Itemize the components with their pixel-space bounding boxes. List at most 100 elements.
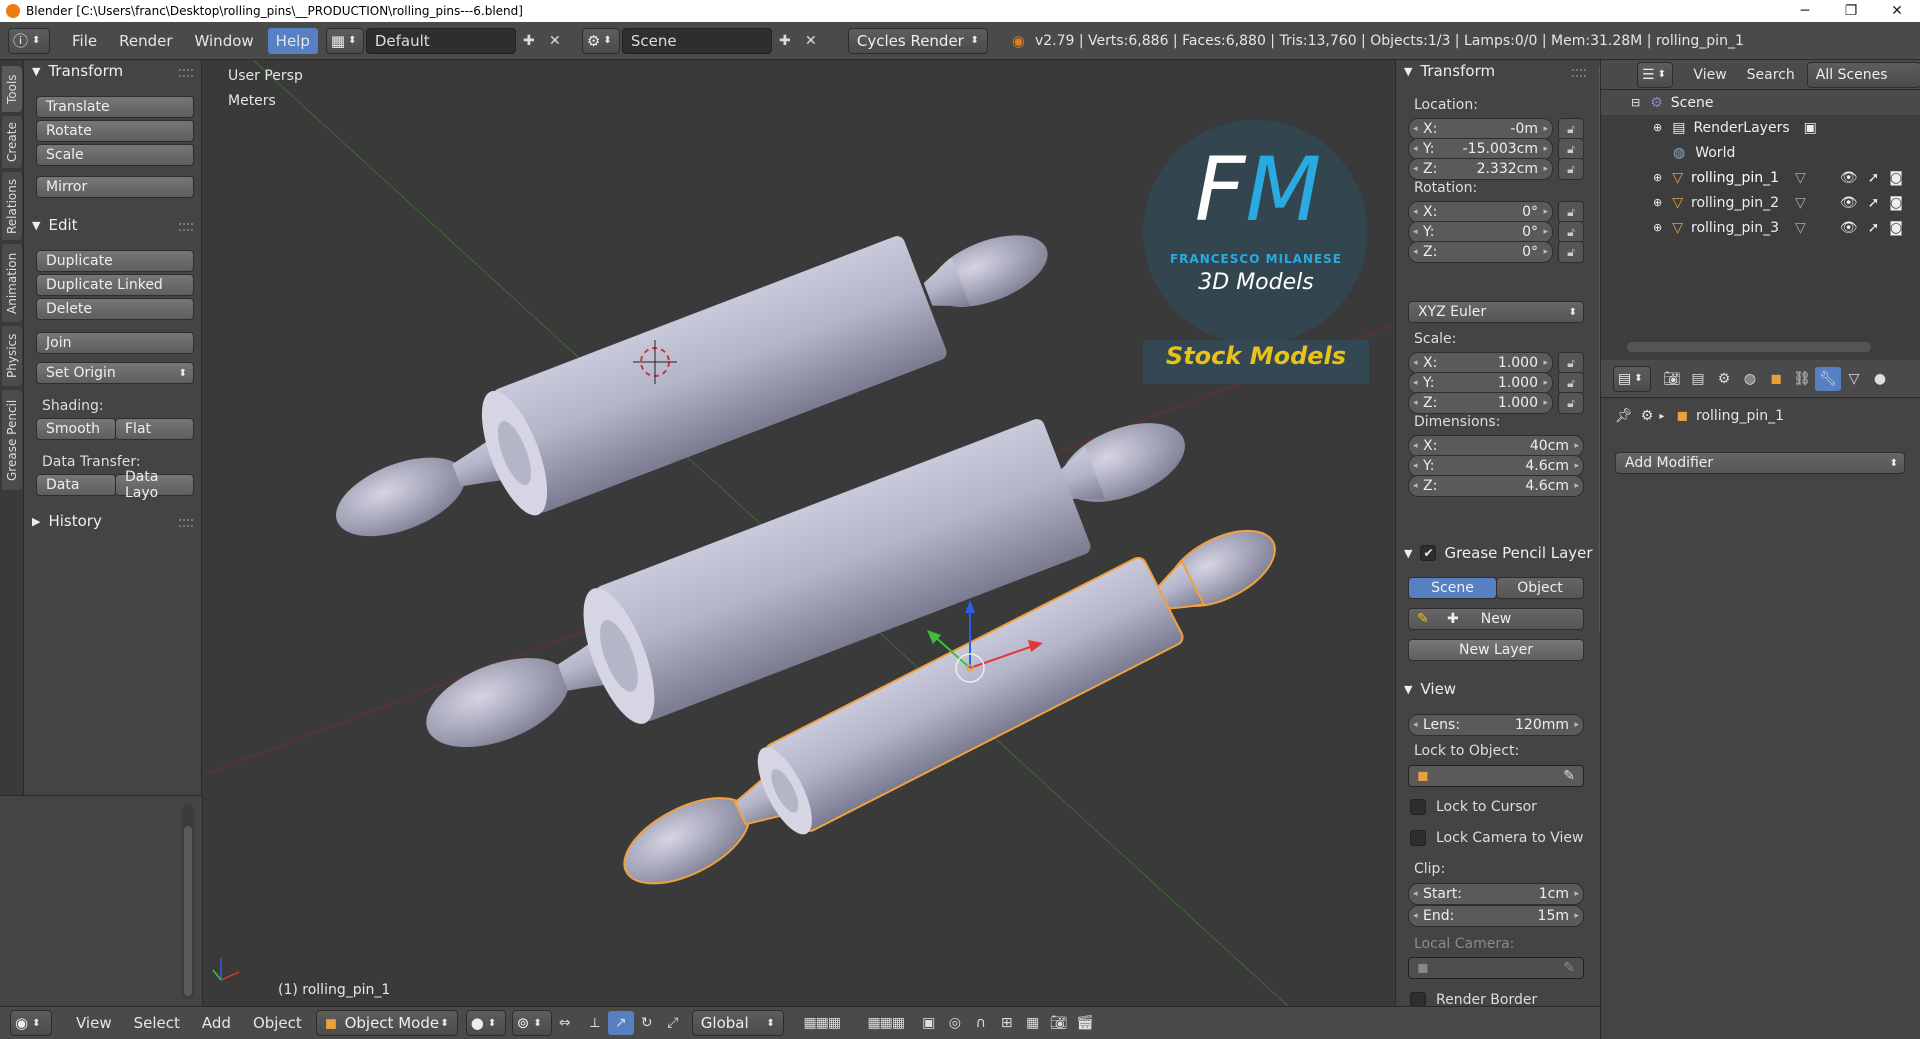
outliner-filter-dropdown[interactable]: All Scenes <box>1806 61 1920 88</box>
lens-field[interactable]: Lens: 120mm <box>1408 714 1584 736</box>
pin-icon[interactable]: 📌︎ <box>1615 408 1633 424</box>
tab-relations[interactable]: Relations <box>2 172 22 240</box>
outliner-world-row[interactable]: ◍ World <box>1601 140 1920 165</box>
manipulator-toggle-icon[interactable]: ⇔ <box>552 1011 578 1035</box>
screen-layout-selector[interactable]: ▦ ⬍ <box>325 27 364 54</box>
translate-manipulator-icon[interactable]: ↗ <box>607 1011 634 1035</box>
outliner-scene-row[interactable]: ⊟ ⚙ Scene <box>1601 90 1920 115</box>
tab-physics[interactable]: Physics <box>2 326 22 386</box>
menu-file[interactable]: File <box>64 28 105 54</box>
selectable-arrow-icon[interactable]: ➚ <box>1868 220 1880 236</box>
tab-grease-pencil[interactable]: Grease Pencil <box>2 390 22 490</box>
layers-grid-1-icon[interactable]: ▦▦▦ <box>792 1011 852 1035</box>
lock-icon[interactable]: 🔓︎ <box>1558 221 1584 243</box>
menu-render[interactable]: Render <box>111 28 180 54</box>
add-modifier-dropdown[interactable]: Add Modifier ⬍ <box>1615 452 1905 474</box>
render-layers-tab-icon[interactable]: ▤ <box>1685 367 1711 391</box>
outliner-hscrollbar[interactable] <box>1627 342 1871 352</box>
visibility-eye-icon[interactable]: 👁︎ <box>1840 220 1858 236</box>
translate-button[interactable]: Translate <box>36 96 194 118</box>
smooth-shading-button[interactable]: Smooth <box>36 418 116 440</box>
layer-lock-icon[interactable]: ▣ <box>916 1011 942 1035</box>
flat-shading-button[interactable]: Flat <box>115 418 194 440</box>
outliner-editor-type[interactable]: ☰ ⬍ <box>1637 61 1674 88</box>
outliner-rolling-pin-2-row[interactable]: ⊕ ▽ rolling_pin_2 ▽ 👁︎ ➚ ◙ <box>1601 190 1920 215</box>
lock-to-cursor-checkbox[interactable] <box>1410 799 1426 815</box>
scale-button[interactable]: Scale <box>36 144 194 166</box>
duplicate-linked-button[interactable]: Duplicate Linked <box>36 274 194 296</box>
viewport-editor-type[interactable]: ◉ ⬍ <box>10 1010 52 1036</box>
viewport-menu-object[interactable]: Object <box>245 1010 310 1036</box>
tab-tools[interactable]: Tools <box>2 66 22 112</box>
lock-object-field[interactable]: ◼ ✎ <box>1408 765 1584 787</box>
rotate-manipulator-icon[interactable]: ↻ <box>634 1011 660 1035</box>
remove-layout-icon[interactable]: ✕ <box>542 29 568 53</box>
pivot-point-dropdown[interactable]: ⊚ ⬍ <box>511 1010 552 1036</box>
grease-pencil-layer-header[interactable]: ▼ ✔ Grease Pencil Layer <box>1404 544 1593 562</box>
3d-viewport[interactable]: User Persp Meters (1) rolling_pin_1 FM F… <box>203 60 1395 1006</box>
clip-start-field[interactable]: Start: 1cm <box>1408 883 1584 905</box>
constraints-tab-icon[interactable]: ⛓︎ <box>1789 367 1815 391</box>
menu-help[interactable]: Help <box>267 27 318 54</box>
set-origin-dropdown[interactable]: Set Origin ⬍ <box>36 362 194 384</box>
drag-grip-icon[interactable] <box>1572 69 1586 77</box>
add-scene-icon[interactable]: ✚ <box>772 29 798 53</box>
render-camera-icon[interactable]: ◙ <box>1889 170 1903 186</box>
snap-element-icon[interactable]: ⊞ <box>994 1011 1020 1035</box>
viewport-shading-dropdown[interactable]: ● ⬍ <box>465 1010 506 1036</box>
opengl-render-icon[interactable]: 📷︎ <box>1046 1011 1072 1035</box>
properties-editor-type[interactable]: ▤ ⬍ <box>1613 365 1651 392</box>
expand-icon[interactable]: ⊕ <box>1653 121 1662 134</box>
tab-animation[interactable]: Animation <box>2 244 22 322</box>
grease-pencil-checkbox[interactable]: ✔ <box>1420 545 1437 561</box>
eyedropper-icon[interactable]: ✎ <box>1563 768 1575 784</box>
opengl-anim-icon[interactable]: 🎬︎ <box>1072 1011 1098 1035</box>
maximize-button[interactable]: ❐ <box>1828 3 1874 19</box>
proportional-edit-icon[interactable]: ◎ <box>942 1011 968 1035</box>
close-window-button[interactable]: ✕ <box>1874 3 1920 19</box>
join-button[interactable]: Join <box>36 332 194 354</box>
location-z-field[interactable]: Z: 2.332cm <box>1408 158 1553 180</box>
scene-selector[interactable]: ⚙ ⬍ <box>581 27 620 54</box>
rotation-x-field[interactable]: X: 0° <box>1408 201 1553 223</box>
layout-name-field[interactable]: Default <box>365 27 516 54</box>
gp-scene-toggle[interactable]: Scene <box>1408 577 1497 599</box>
data-transfer-button[interactable]: Data <box>36 474 116 496</box>
modifiers-wrench-icon[interactable]: 🔧︎ <box>1815 366 1841 391</box>
duplicate-button[interactable]: Duplicate <box>36 250 194 272</box>
viewport-menu-add[interactable]: Add <box>194 1010 239 1036</box>
scrollbar-thumb[interactable] <box>184 826 192 996</box>
scale-z-field[interactable]: Z: 1.000 <box>1408 392 1553 414</box>
view-panel-header[interactable]: ▼ View <box>1404 680 1456 698</box>
lock-icon[interactable]: 🔓︎ <box>1558 138 1584 160</box>
snap-target-icon[interactable]: ▦ <box>1020 1011 1046 1035</box>
drag-grip-icon[interactable] <box>179 223 193 231</box>
outliner-rolling-pin-3-row[interactable]: ⊕ ▽ rolling_pin_3 ▽ 👁︎ ➚ ◙ <box>1601 215 1920 240</box>
menu-window[interactable]: Window <box>187 28 262 54</box>
layers-grid-2-icon[interactable]: ▦▦▦ <box>856 1011 916 1035</box>
lock-icon[interactable]: 🔓︎ <box>1558 158 1584 180</box>
scale-x-field[interactable]: X: 1.000 <box>1408 352 1553 374</box>
transform-panel-header[interactable]: ▼ Transform <box>32 62 123 80</box>
lock-icon[interactable]: 🔓︎ <box>1558 201 1584 223</box>
delete-button[interactable]: Delete <box>36 298 194 320</box>
remove-scene-icon[interactable]: ✕ <box>798 29 824 53</box>
outliner-renderlayers-row[interactable]: ⊕ ▤ RenderLayers ▣ <box>1601 115 1920 140</box>
dimension-z-field[interactable]: Z: 4.6cm <box>1408 475 1584 497</box>
visibility-eye-icon[interactable]: 👁︎ <box>1840 195 1858 211</box>
render-tab-icon[interactable]: 📷︎ <box>1659 367 1685 391</box>
location-x-field[interactable]: X: -0m <box>1408 118 1553 140</box>
scene-name-field[interactable]: Scene <box>621 27 772 54</box>
visibility-eye-icon[interactable]: 👁︎ <box>1840 170 1858 186</box>
expand-icon[interactable]: ⊕ <box>1653 221 1662 234</box>
clip-end-field[interactable]: End: 15m <box>1408 905 1584 927</box>
lock-icon[interactable]: 🔓︎ <box>1558 118 1584 140</box>
selectable-arrow-icon[interactable]: ➚ <box>1868 170 1880 186</box>
object-mode-dropdown[interactable]: ◼ Object Mode ⬍ <box>315 1010 458 1036</box>
outliner-rolling-pin-1-row[interactable]: ⊕ ▽ rolling_pin_1 ▽ 👁︎ ➚ ◙ <box>1601 165 1920 190</box>
lock-icon[interactable]: 🔓︎ <box>1558 372 1584 394</box>
dimension-y-field[interactable]: Y: 4.6cm <box>1408 455 1584 477</box>
collapse-icon[interactable]: ⊟ <box>1631 96 1640 109</box>
lock-icon[interactable]: 🔓︎ <box>1558 392 1584 414</box>
editor-type-info-button[interactable]: ⓘ ⬍ <box>8 27 50 54</box>
